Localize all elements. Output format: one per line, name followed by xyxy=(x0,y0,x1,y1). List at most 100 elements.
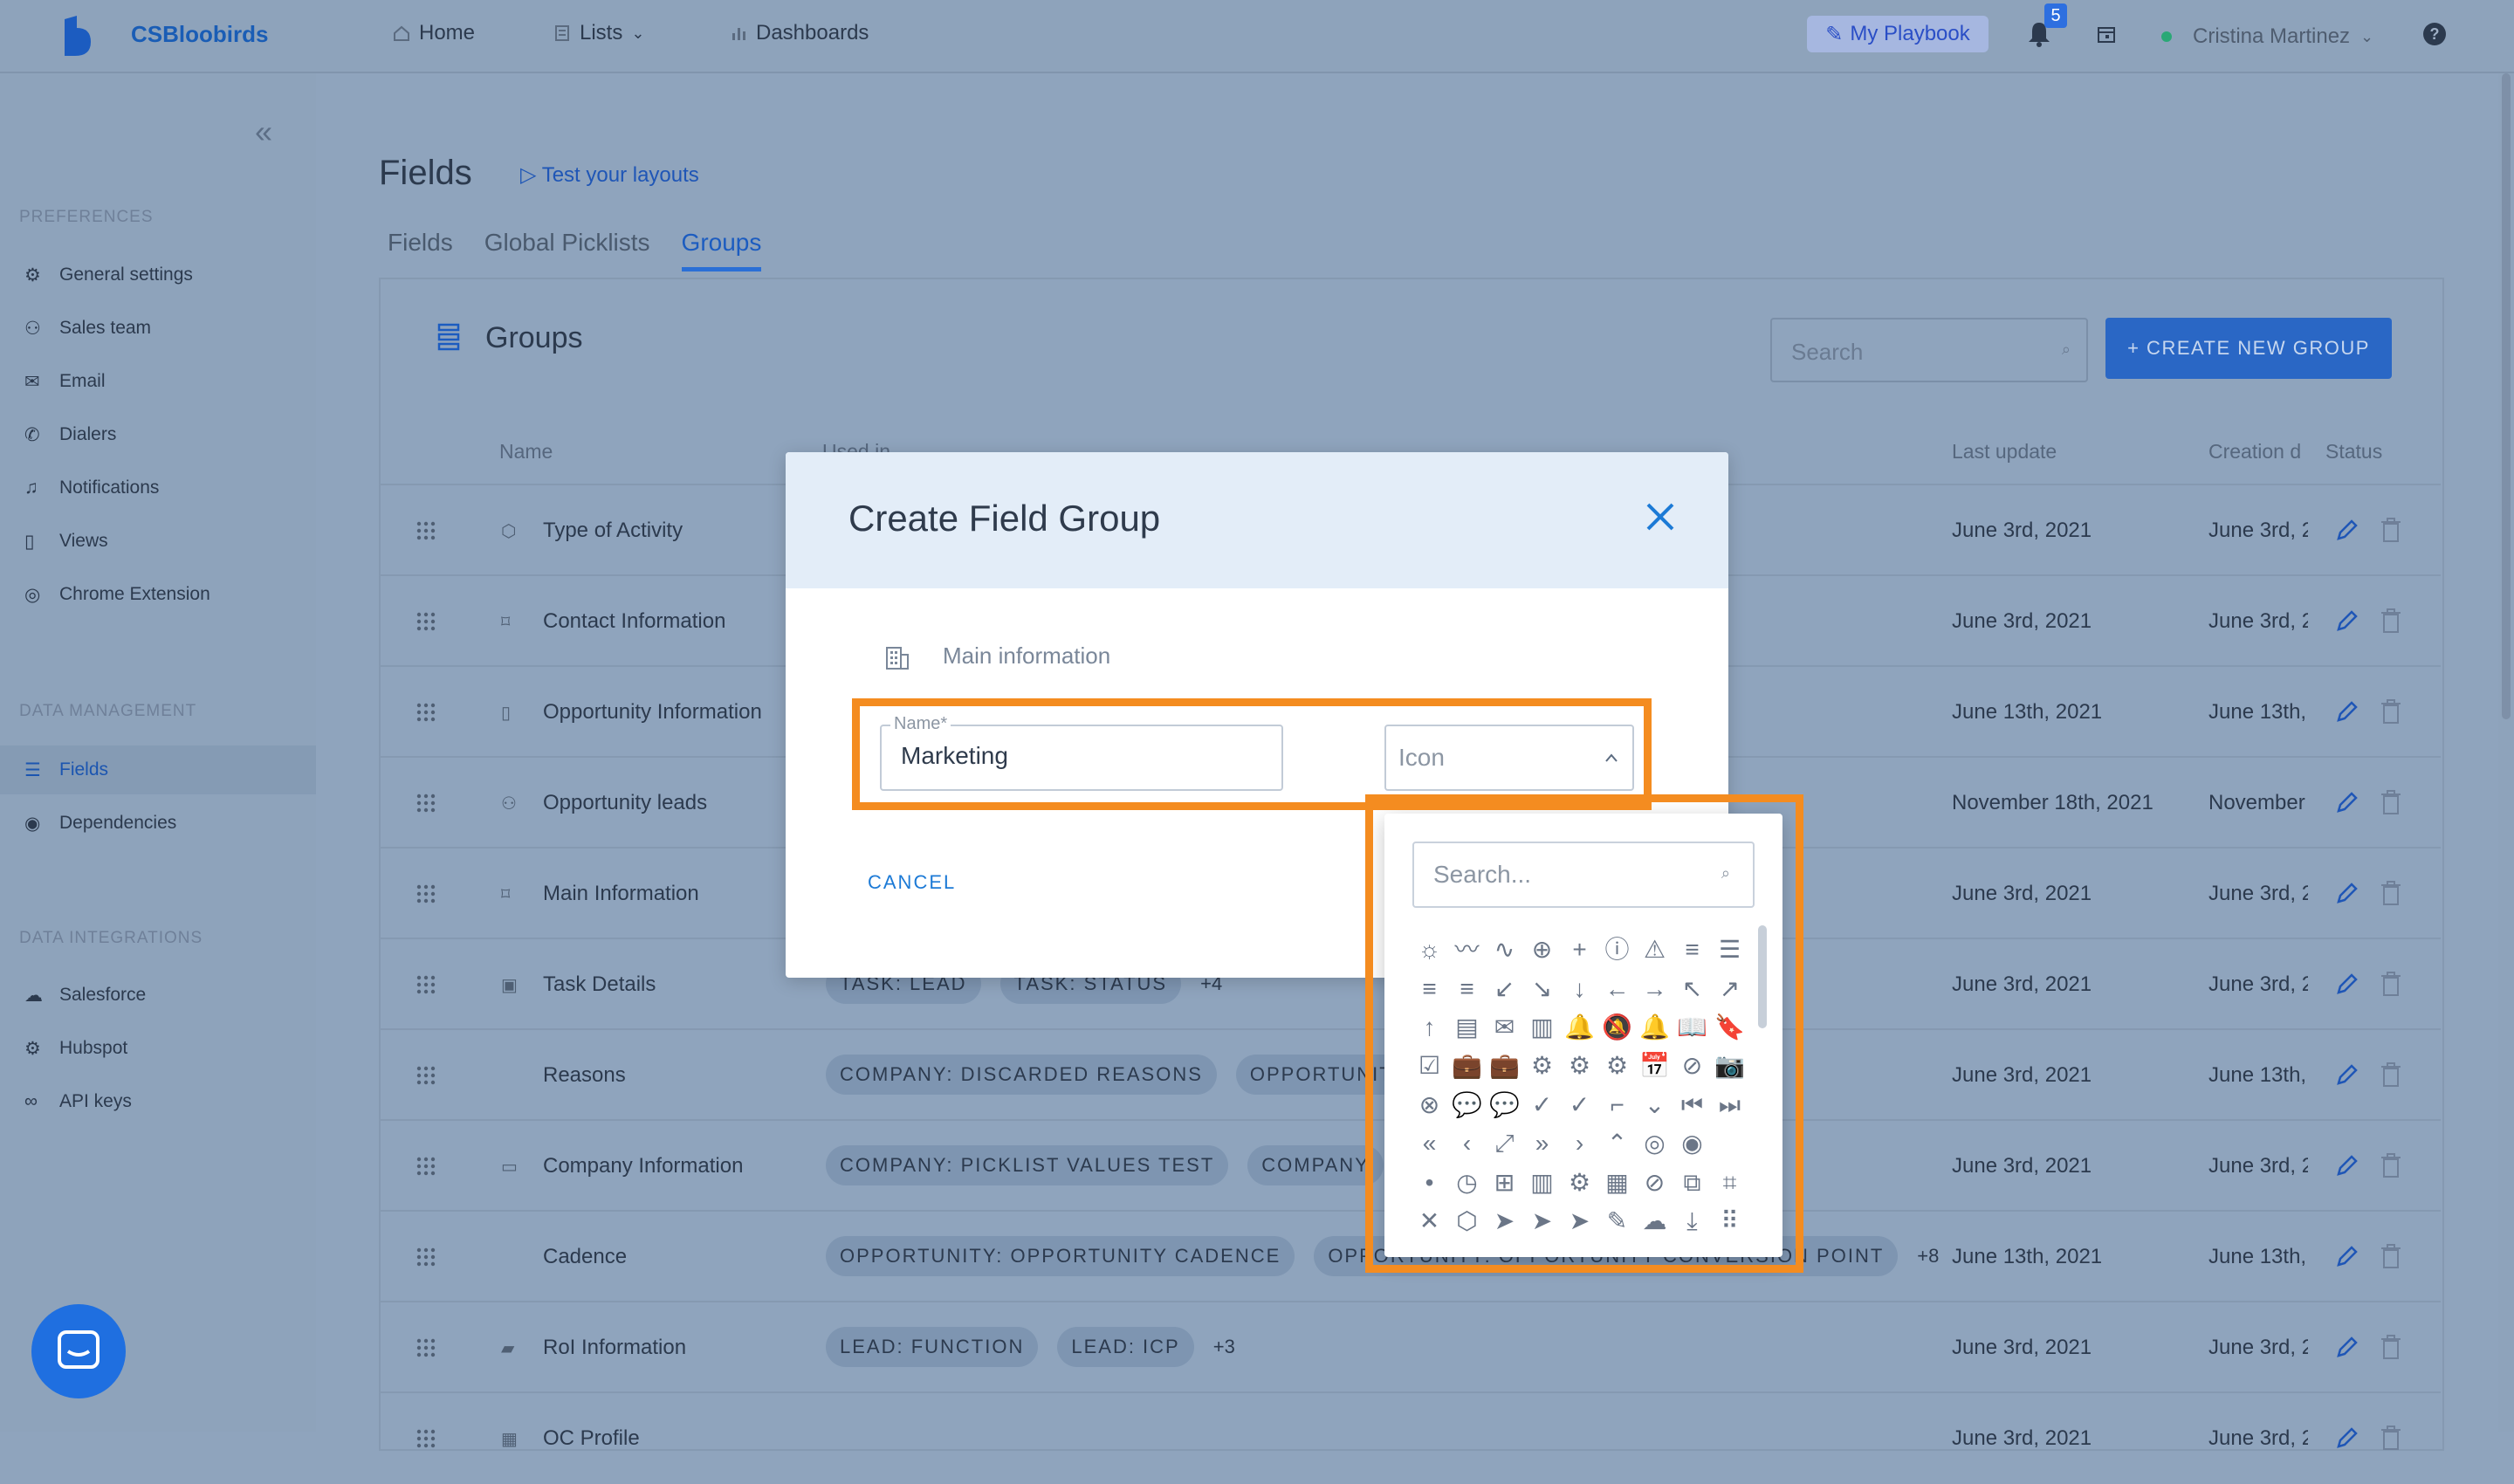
search-icon: ⌕ xyxy=(2061,340,2071,358)
sidebar-item-label: Views xyxy=(59,531,108,551)
column-header-last-update[interactable]: Last update xyxy=(1952,440,2057,464)
last-update: June 3rd, 2021 xyxy=(1952,519,2092,542)
tag-icon: ⬡ xyxy=(501,522,517,541)
groups-search-input[interactable]: Search ⌕ xyxy=(1770,318,2088,382)
test-layouts-label: Test your layouts xyxy=(541,163,699,187)
drag-handle-icon[interactable] xyxy=(416,974,436,995)
chrome-icon: ◎ xyxy=(24,585,41,605)
tab-fields[interactable]: Fields xyxy=(388,229,453,271)
logo-icon[interactable] xyxy=(61,16,96,56)
last-update: June 3rd, 2021 xyxy=(1952,1426,2092,1450)
test-layouts-link[interactable]: ▷ Test your layouts xyxy=(520,162,699,188)
used-in-tags: COMPANY: DISCARDED REASONS OPPORTUNITY xyxy=(826,1055,1422,1095)
column-header-name[interactable]: Name xyxy=(499,440,553,464)
trash-icon[interactable] xyxy=(2380,880,2402,906)
drag-handle-icon[interactable] xyxy=(416,793,436,814)
creation-date: June 13th, 2021 xyxy=(2208,1063,2308,1087)
trash-icon[interactable] xyxy=(2380,1334,2402,1360)
brand-name[interactable]: CSBloobirds xyxy=(131,21,268,48)
pencil-icon[interactable] xyxy=(2334,789,2360,815)
close-icon[interactable] xyxy=(1641,498,1679,536)
sidebar-item-views[interactable]: ▯ Views xyxy=(0,517,316,566)
online-status-dot xyxy=(2161,31,2172,42)
chevron-down-icon[interactable]: ⌄ xyxy=(2360,28,2373,46)
sidebar-item-salesforce[interactable]: ☁ Salesforce xyxy=(0,971,316,1020)
cancel-button[interactable]: CANCEL xyxy=(868,871,956,894)
column-header-status[interactable]: Status xyxy=(2325,440,2382,464)
nav-lists[interactable]: Lists ⌄ xyxy=(553,21,644,45)
drag-handle-icon[interactable] xyxy=(416,702,436,723)
drag-handle-icon[interactable] xyxy=(416,1337,436,1358)
section-data-management: DATA MANAGEMENT xyxy=(19,702,197,720)
drag-handle-icon[interactable] xyxy=(416,520,436,541)
trash-icon[interactable] xyxy=(2380,971,2402,997)
trash-icon[interactable] xyxy=(2380,698,2402,725)
nav-home[interactable]: Home xyxy=(393,21,475,45)
link-icon: ∞ xyxy=(24,1091,38,1111)
trash-icon[interactable] xyxy=(2380,789,2402,815)
pencil-icon[interactable] xyxy=(2334,880,2360,906)
sidebar-item-api-keys[interactable]: ∞ API keys xyxy=(0,1077,316,1126)
chat-launcher-button[interactable] xyxy=(31,1304,126,1398)
trash-icon[interactable] xyxy=(2380,1243,2402,1269)
tab-groups[interactable]: Groups xyxy=(681,229,762,271)
pencil-icon[interactable] xyxy=(2334,1061,2360,1088)
user-menu[interactable]: Cristina Martinez xyxy=(2193,24,2350,49)
drag-handle-icon[interactable] xyxy=(416,883,436,904)
drag-handle-icon[interactable] xyxy=(416,1065,436,1086)
column-header-creation[interactable]: Creation d xyxy=(2208,440,2301,464)
pencil-icon[interactable] xyxy=(2334,1152,2360,1178)
trash-icon[interactable] xyxy=(2380,517,2402,543)
pencil-icon[interactable] xyxy=(2334,1425,2360,1451)
page-scrollbar[interactable] xyxy=(2498,73,2514,1432)
my-playbook-label: My Playbook xyxy=(1850,22,1970,45)
document-icon: ▯ xyxy=(24,532,35,552)
trash-icon[interactable] xyxy=(2380,608,2402,634)
sidebar-item-chrome-extension[interactable]: ◎ Chrome Extension xyxy=(0,570,316,619)
drag-handle-icon[interactable] xyxy=(416,1247,436,1268)
sidebar-item-label: Hubspot xyxy=(59,1038,128,1058)
table-row[interactable]: ▦ OC Profile June 3rd, 2021 June 3rd, 2021 xyxy=(381,1391,2441,1484)
last-update: June 3rd, 2021 xyxy=(1952,972,2092,996)
pencil-icon[interactable] xyxy=(2334,608,2360,634)
pencil-icon[interactable] xyxy=(2334,1334,2360,1360)
scrollbar-thumb[interactable] xyxy=(2502,73,2511,719)
sidebar-item-general-settings[interactable]: ⚙ General settings xyxy=(0,251,316,299)
table-row[interactable]: ▰ RoI Information LEAD: FUNCTION LEAD: ICP +… xyxy=(381,1301,2441,1393)
creation-date: June 3rd, 2021 xyxy=(2208,1426,2308,1450)
sidebar-item-hubspot[interactable]: ⚙ Hubspot xyxy=(0,1024,316,1073)
pencil-icon[interactable] xyxy=(2334,517,2360,543)
nav-lists-label: Lists xyxy=(580,21,623,45)
calendar-icon[interactable] xyxy=(2097,24,2116,44)
trash-icon[interactable] xyxy=(2380,1425,2402,1451)
bell-icon: ♫ xyxy=(24,477,38,498)
trash-icon[interactable] xyxy=(2380,1061,2402,1088)
sidebar-item-dialers[interactable]: ✆ Dialers xyxy=(0,410,316,459)
modal-title: Create Field Group xyxy=(848,498,1161,539)
help-icon[interactable]: ? xyxy=(2423,23,2446,45)
more-tags-count[interactable]: +3 xyxy=(1213,1336,1235,1358)
more-tags-count[interactable]: +8 xyxy=(1917,1245,1939,1268)
creation-date: June 3rd, 2021 xyxy=(2208,1154,2308,1178)
tab-global-picklists[interactable]: Global Picklists xyxy=(484,229,650,271)
trash-icon[interactable] xyxy=(2380,1152,2402,1178)
nav-dashboards[interactable]: Dashboards xyxy=(730,21,869,45)
last-update: June 3rd, 2021 xyxy=(1952,882,2092,905)
sidebar-item-dependencies[interactable]: ◉ Dependencies xyxy=(0,799,316,848)
my-playbook-button[interactable]: ✎ My Playbook xyxy=(1807,16,1989,52)
collapse-sidebar-icon[interactable]: « xyxy=(255,113,272,150)
sidebar-item-sales-team[interactable]: ⚇ Sales team xyxy=(0,304,316,353)
creation-date: June 13th, 2021 xyxy=(2208,1245,2308,1268)
drag-handle-icon[interactable] xyxy=(416,1156,436,1177)
pencil-icon[interactable] xyxy=(2334,971,2360,997)
pencil-icon[interactable] xyxy=(2334,1243,2360,1269)
used-in-tags: LEAD: FUNCTION LEAD: ICP +3 xyxy=(826,1327,1235,1367)
sidebar-item-fields[interactable]: ☰ Fields xyxy=(0,745,316,794)
create-new-group-button[interactable]: + CREATE NEW GROUP xyxy=(2105,318,2392,379)
pencil-icon[interactable] xyxy=(2334,698,2360,725)
sidebar-item-email[interactable]: ✉ Email xyxy=(0,357,316,406)
drag-handle-icon[interactable] xyxy=(416,611,436,632)
users-icon: ⚇ xyxy=(501,794,517,814)
subsection-label: Main information xyxy=(943,642,1111,669)
sidebar-item-notifications[interactable]: ♫ Notifications xyxy=(0,464,316,512)
